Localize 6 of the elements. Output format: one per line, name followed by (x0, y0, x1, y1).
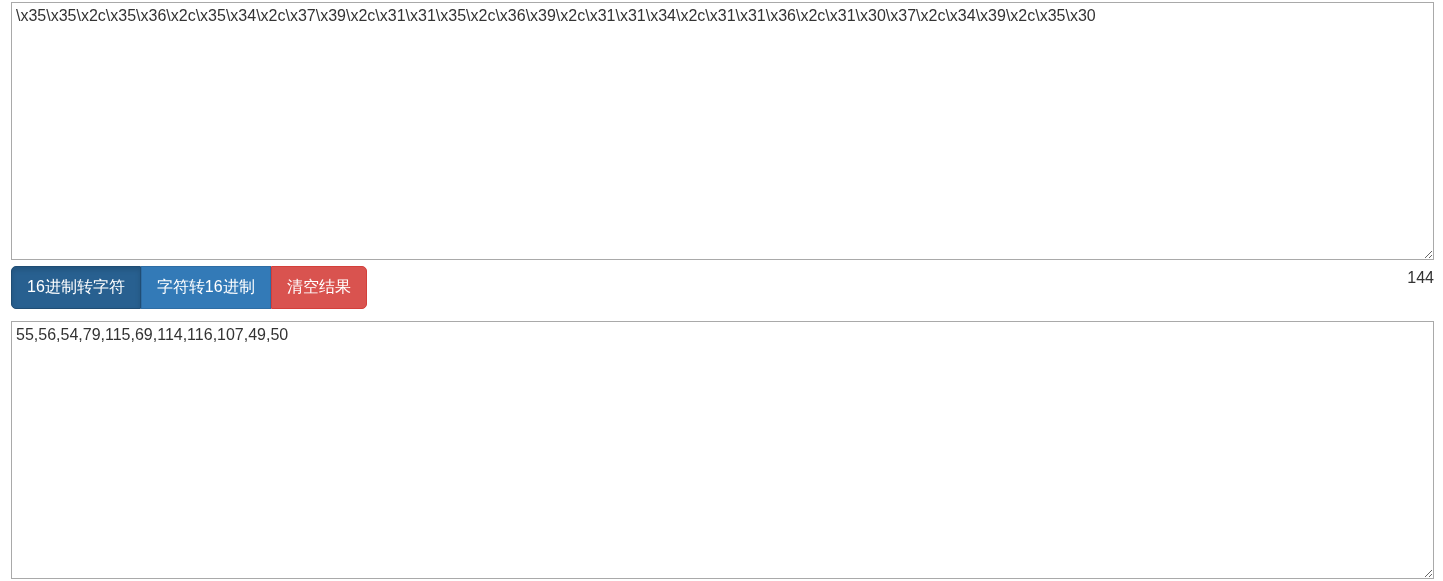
convert-button[interactable]: 16进制转字符 (11, 266, 141, 309)
convert-button[interactable]: 字符转16进制 (140, 266, 271, 309)
output-field[interactable]: 55,56,54,79,115,69,114,116,107,49,50 (11, 321, 1434, 579)
input-field[interactable]: \x35\x35\x2c\x35\x36\x2c\x35\x34\x2c\x37\x39\x2c\x31\x31\x35\x2c\x36\x39\x2c\x31\x31\x34\x2c\x31\x31\x36\x2c\x31\x30\x37\x2c\x34\x39\x2c\x35\x30 (11, 2, 1434, 260)
clear-button[interactable]: 清空结果 (270, 266, 367, 309)
character-count: 144 (1407, 269, 1434, 287)
